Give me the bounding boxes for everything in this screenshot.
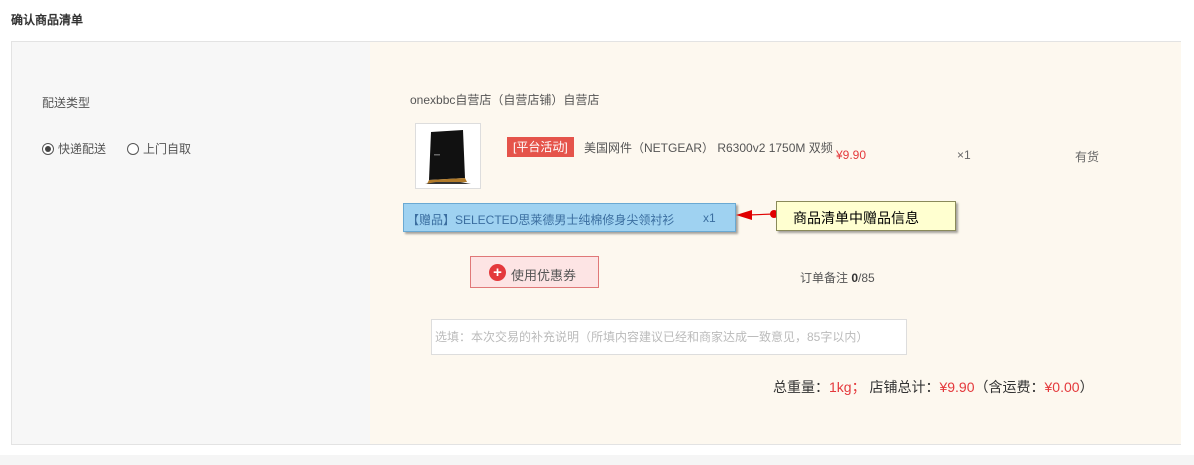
store-total-label: 店铺总计： xyxy=(869,379,940,395)
remark-char-max: /85 xyxy=(858,271,875,285)
plus-circle-icon: + xyxy=(489,264,506,281)
annotation-text: 商品清单中赠品信息 xyxy=(793,210,919,226)
page-header: 确认商品清单 xyxy=(0,0,1194,30)
shipping-suffix: ） xyxy=(1079,379,1094,395)
total-weight-label: 总重量： xyxy=(773,379,829,395)
gift-quantity: x1 xyxy=(703,211,716,225)
total-weight-value: 1kg； xyxy=(829,379,866,395)
page-title: 确认商品清单 xyxy=(11,13,84,27)
delivery-type-label: 配送类型 xyxy=(42,96,91,110)
product-quantity: ×1 xyxy=(957,148,971,162)
annotation-callout: 商品清单中赠品信息 xyxy=(776,201,956,231)
stock-status: 有货 xyxy=(1075,150,1100,164)
remark-label-text: 订单备注 xyxy=(800,271,849,285)
shipping-prefix: （含运费： xyxy=(974,379,1045,395)
delivery-option-pickup[interactable]: 上门自取 xyxy=(127,140,191,157)
use-coupon-button[interactable]: + 使用优惠券 xyxy=(470,256,599,288)
store-name: onexbbc自营店（自营店铺）自营店 xyxy=(410,93,600,107)
order-remark-label: 订单备注 0/85 xyxy=(800,269,875,286)
order-panel: 配送类型 快递配送 上门自取 onexbbc自营店（自营店铺）自营店 [平台活动… xyxy=(11,41,1181,445)
delivery-option-label: 快递配送 xyxy=(58,142,107,156)
coupon-label: 使用优惠券 xyxy=(511,268,577,283)
radio-checked-icon[interactable] xyxy=(42,142,54,155)
annotation-arrow-icon xyxy=(736,210,778,220)
order-section: 配送类型 快递配送 上门自取 onexbbc自营店（自营店铺）自营店 [平台活动… xyxy=(0,30,1194,455)
gift-name[interactable]: 【赠品】SELECTED思莱德男士纯棉修身尖领衬衫 xyxy=(407,211,674,228)
shipping-fee-value: ¥0.00 xyxy=(1044,379,1080,395)
order-remark-input[interactable] xyxy=(431,319,907,355)
radio-unchecked-icon[interactable] xyxy=(127,142,139,155)
product-name-link[interactable]: 美国网件（NETGEAR） R6300v2 1750M 双频 xyxy=(584,139,844,157)
order-totals: 总重量：1kg； 店铺总计：¥9.90（含运费：¥0.00） xyxy=(773,377,1094,397)
delivery-option-express[interactable]: 快递配送 xyxy=(42,140,106,157)
promo-tag: [平台活动] xyxy=(507,137,574,157)
gift-item: 【赠品】SELECTED思莱德男士纯棉修身尖领衬衫 x1 xyxy=(403,203,736,232)
store-total-value: ¥9.90 xyxy=(939,379,975,395)
store-order-area: onexbbc自营店（自营店铺）自营店 [平台活动] 美国网件（NETGEAR）… xyxy=(370,42,1181,444)
delivery-option-label: 上门自取 xyxy=(143,142,192,156)
product-thumbnail[interactable] xyxy=(415,123,481,189)
product-price: ¥9.90 xyxy=(836,148,867,162)
router-image-icon xyxy=(425,130,471,184)
